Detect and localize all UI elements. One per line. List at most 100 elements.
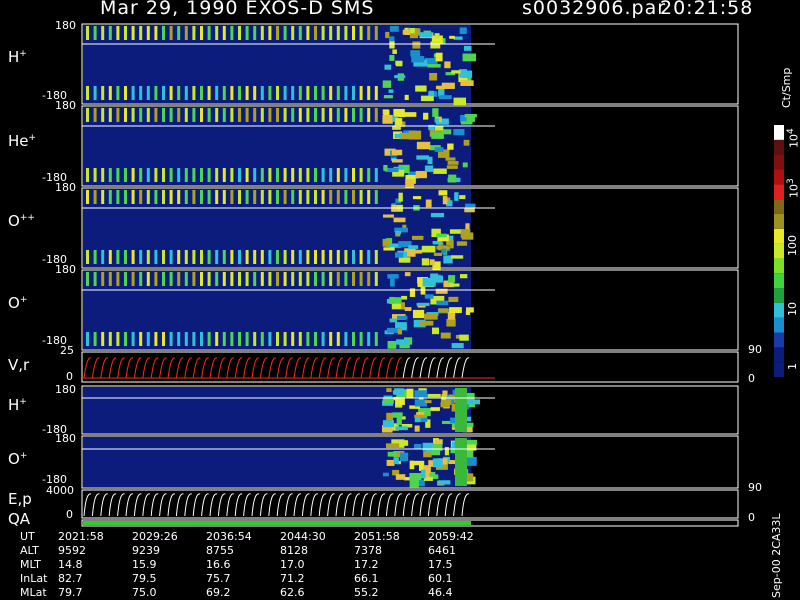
spectrogram-stripe: [93, 190, 97, 204]
velocity-trace: [125, 357, 134, 379]
table-cell: 6461: [428, 544, 456, 557]
velocity-trace: [444, 357, 453, 379]
spectrogram-stripe: [245, 168, 249, 182]
spectrogram-stripe: [291, 26, 295, 40]
spectrogram-cell: [393, 457, 399, 465]
spectrogram-stripe: [162, 332, 165, 346]
spectrogram-stripe: [321, 26, 325, 40]
spectrogram-cell: [422, 442, 434, 451]
spectrogram-stripe: [291, 272, 295, 286]
spectrogram-stripe: [131, 168, 135, 182]
spectrogram-cell: [432, 444, 443, 451]
spectrogram-stripe: [329, 168, 333, 182]
spectrogram-stripe: [184, 168, 188, 182]
velocity-trace: [251, 357, 260, 379]
velocity-trace: [117, 357, 125, 379]
colorbar-segment: [774, 139, 784, 155]
spectrogram-stripe: [314, 250, 317, 264]
spectrogram-stripe: [276, 86, 279, 100]
spectrogram-stripe: [93, 86, 97, 100]
spectrogram-stripe: [101, 190, 105, 204]
spectrogram-cell: [383, 95, 393, 99]
spectrogram-stripe: [108, 250, 112, 264]
spectrogram-cell: [392, 49, 397, 54]
spectrogram-cell: [424, 294, 434, 299]
spectrogram-stripe: [306, 190, 310, 204]
spectrogram-stripe: [283, 86, 287, 100]
y-tick-top: 25: [60, 344, 74, 357]
spectrogram-cell: [449, 283, 460, 287]
energy-trace: [133, 493, 142, 517]
spectrogram-stripe: [314, 26, 317, 40]
spectrogram-stripe: [124, 250, 127, 264]
velocity-trace: [285, 357, 293, 379]
spectrogram-cell: [442, 390, 448, 397]
spectrogram-cell: [436, 439, 443, 445]
spectrogram-stripe: [93, 108, 97, 122]
spectrogram-cell: [409, 478, 419, 488]
spectrogram-band: [455, 388, 467, 432]
velocity-trace: [461, 357, 470, 379]
spectrogram-cell: [444, 61, 451, 69]
spectrogram-stripe: [139, 190, 143, 204]
spectrogram-cell: [420, 286, 426, 295]
spectrogram-cell: [447, 161, 459, 165]
table-cell: 62.6: [280, 586, 305, 599]
energy-trace: [276, 493, 285, 517]
plot-canvas: [81, 23, 784, 527]
spectrogram-stripe: [93, 26, 97, 40]
energy-trace: [234, 493, 243, 517]
spectrogram-cell: [431, 132, 444, 139]
spectrogram-stripe: [192, 250, 196, 264]
right-tick-bottom: 0: [748, 372, 755, 385]
spectrogram-stripe: [169, 190, 173, 204]
energy-trace: [419, 493, 428, 517]
spectrogram-stripe: [230, 332, 234, 346]
spectrogram-cell: [384, 64, 392, 70]
table-cell: 82.7: [58, 572, 83, 585]
velocity-trace: [226, 357, 235, 379]
table-cell: 7378: [354, 544, 382, 557]
table-cell: 71.2: [280, 572, 305, 585]
velocity-trace: [327, 357, 335, 379]
table-cell: 60.1: [428, 572, 453, 585]
spectrogram-cell: [451, 343, 464, 349]
spectrogram-stripe: [283, 26, 287, 40]
spectrogram-cell: [456, 241, 468, 246]
spectrogram-cell: [442, 195, 448, 205]
spectrogram-cell: [440, 402, 450, 408]
velocity-trace: [259, 357, 268, 379]
velocity-trace: [142, 357, 151, 379]
spectrogram-stripe: [230, 272, 234, 286]
spectrogram-stripe: [200, 332, 203, 346]
velocity-trace: [133, 357, 142, 379]
energy-trace: [402, 493, 411, 517]
spectrogram-stripe: [192, 108, 196, 122]
spectrogram-cell: [459, 334, 469, 341]
velocity-trace: [343, 357, 352, 379]
y-tick-top: 4000: [46, 484, 74, 497]
spectrogram-stripe: [192, 190, 196, 204]
spectrogram-stripe: [116, 250, 120, 264]
spectrogram-stripe: [162, 272, 165, 286]
spectrogram-stripe: [283, 250, 287, 264]
spectrogram-stripe: [359, 190, 363, 204]
table-cell: 2059:42: [428, 530, 474, 543]
spectrogram-cell: [435, 52, 443, 62]
velocity-trace: [385, 357, 394, 379]
spectrogram-stripe: [86, 190, 89, 204]
spectrogram-stripe: [215, 108, 219, 122]
spectrogram-stripe: [238, 108, 241, 122]
spectrogram-stripe: [298, 26, 302, 40]
spectrogram-stripe: [124, 86, 127, 100]
spectrogram-stripe: [283, 332, 287, 346]
spectrogram-stripe: [238, 168, 241, 182]
spectrogram-stripe: [253, 272, 257, 286]
energy-trace: [117, 493, 125, 517]
spectrogram-cell: [395, 474, 406, 480]
spectrogram-stripe: [314, 108, 317, 122]
spectrogram-cell: [429, 259, 435, 266]
spectrogram-stripe: [192, 332, 196, 346]
spectrogram-stripe: [154, 190, 158, 204]
spectrogram-cell: [416, 155, 430, 160]
